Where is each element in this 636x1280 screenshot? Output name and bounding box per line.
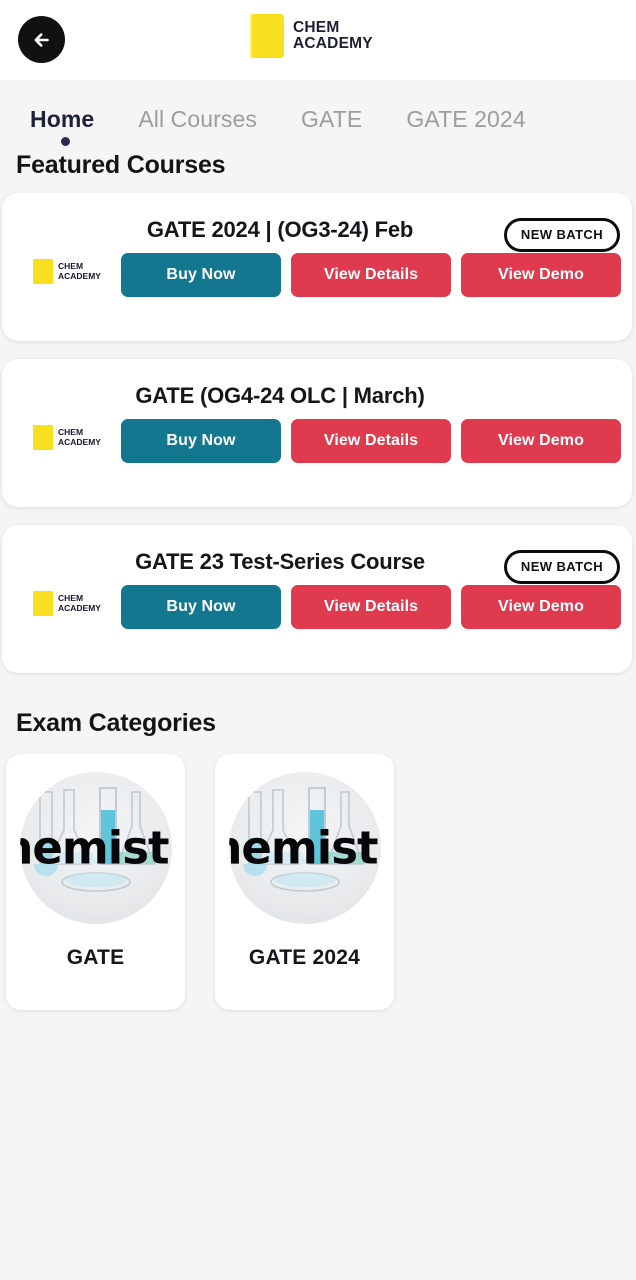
- back-button[interactable]: [18, 16, 65, 63]
- course-card[interactable]: GATE (OG4-24 OLC | March) CHEM ACADEMY B…: [2, 359, 632, 507]
- view-details-button[interactable]: View Details: [291, 419, 451, 463]
- tab-gate-2024-label: GATE 2024: [406, 106, 526, 132]
- course-logo-book-icon: [33, 425, 53, 450]
- course-logo-line-2: ACADEMY: [58, 436, 101, 447]
- tab-gate[interactable]: GATE: [301, 106, 406, 133]
- buy-now-button[interactable]: Buy Now: [121, 419, 281, 463]
- tab-home-label: Home: [30, 106, 95, 132]
- buy-now-button[interactable]: Buy Now: [121, 253, 281, 297]
- course-logo: CHEM ACADEMY: [33, 259, 101, 284]
- brand-book-icon: [250, 14, 284, 58]
- new-batch-badge[interactable]: NEW BATCH: [503, 218, 620, 252]
- exam-categories-heading: Exam Categories: [16, 709, 216, 737]
- course-logo-text: CHEM ACADEMY: [58, 593, 101, 613]
- course-logo: CHEM ACADEMY: [33, 591, 101, 616]
- arrow-left-icon: [29, 27, 55, 53]
- chemistry-image-text: hemistr: [229, 821, 381, 875]
- course-logo-line-2: ACADEMY: [58, 602, 101, 613]
- course-actions: Buy Now View Details View Demo: [121, 585, 621, 629]
- course-logo: CHEM ACADEMY: [33, 425, 101, 450]
- category-label: GATE: [66, 946, 125, 969]
- category-card-gate[interactable]: hemistr GATE: [6, 754, 185, 1010]
- course-card[interactable]: GATE 2024 | (OG3-24) Feb NEW BATCH CHEM …: [2, 193, 632, 341]
- view-demo-button[interactable]: View Demo: [461, 419, 621, 463]
- course-logo-text: CHEM ACADEMY: [58, 261, 101, 281]
- course-actions: Buy Now View Details View Demo: [121, 253, 621, 297]
- course-logo-book-icon: [33, 591, 53, 616]
- brand-logo: CHEM ACADEMY: [250, 14, 373, 58]
- active-tab-dot-icon: [61, 137, 70, 146]
- chemistry-lab-image: hemistr: [19, 772, 172, 924]
- course-card[interactable]: GATE 23 Test-Series Course NEW BATCH CHE…: [2, 525, 632, 673]
- tab-all-courses[interactable]: All Courses: [138, 106, 301, 133]
- course-logo-book-icon: [33, 259, 53, 284]
- exam-categories-grid: hemistr GATE hemistr: [0, 738, 636, 1010]
- brand-name: CHEM ACADEMY: [293, 18, 373, 53]
- app-header: CHEM ACADEMY: [0, 0, 636, 80]
- tab-gate-2024[interactable]: GATE 2024: [406, 106, 569, 133]
- tab-all-courses-label: All Courses: [138, 106, 258, 132]
- course-logo-text: CHEM ACADEMY: [58, 427, 101, 447]
- tab-gate-label: GATE: [301, 106, 363, 132]
- view-details-button[interactable]: View Details: [291, 585, 451, 629]
- chemistry-lab-image: hemistr: [228, 772, 381, 924]
- new-batch-badge[interactable]: NEW BATCH: [503, 550, 620, 584]
- brand-line-1: CHEM: [293, 18, 340, 36]
- chemistry-image-text: hemistr: [20, 821, 172, 875]
- course-logo-line-2: ACADEMY: [58, 270, 101, 281]
- view-demo-button[interactable]: View Demo: [461, 253, 621, 297]
- tab-home[interactable]: Home: [30, 106, 138, 146]
- view-demo-button[interactable]: View Demo: [461, 585, 621, 629]
- course-title: GATE 23 Test-Series Course: [135, 549, 425, 574]
- category-card-gate-2024[interactable]: hemistr GATE 2024: [215, 754, 394, 1010]
- course-title: GATE (OG4-24 OLC | March): [135, 383, 425, 408]
- brand-line-2: ACADEMY: [293, 35, 373, 52]
- featured-courses-list: GATE 2024 | (OG3-24) Feb NEW BATCH CHEM …: [0, 193, 636, 673]
- featured-courses-heading: Featured Courses: [16, 151, 226, 179]
- category-label: GATE 2024: [248, 946, 361, 969]
- course-title: GATE 2024 | (OG3-24) Feb: [146, 217, 414, 242]
- nav-tabs: Home All Courses GATE GATE 2024: [0, 80, 636, 146]
- view-details-button[interactable]: View Details: [291, 253, 451, 297]
- buy-now-button[interactable]: Buy Now: [121, 585, 281, 629]
- course-actions: Buy Now View Details View Demo: [121, 419, 621, 463]
